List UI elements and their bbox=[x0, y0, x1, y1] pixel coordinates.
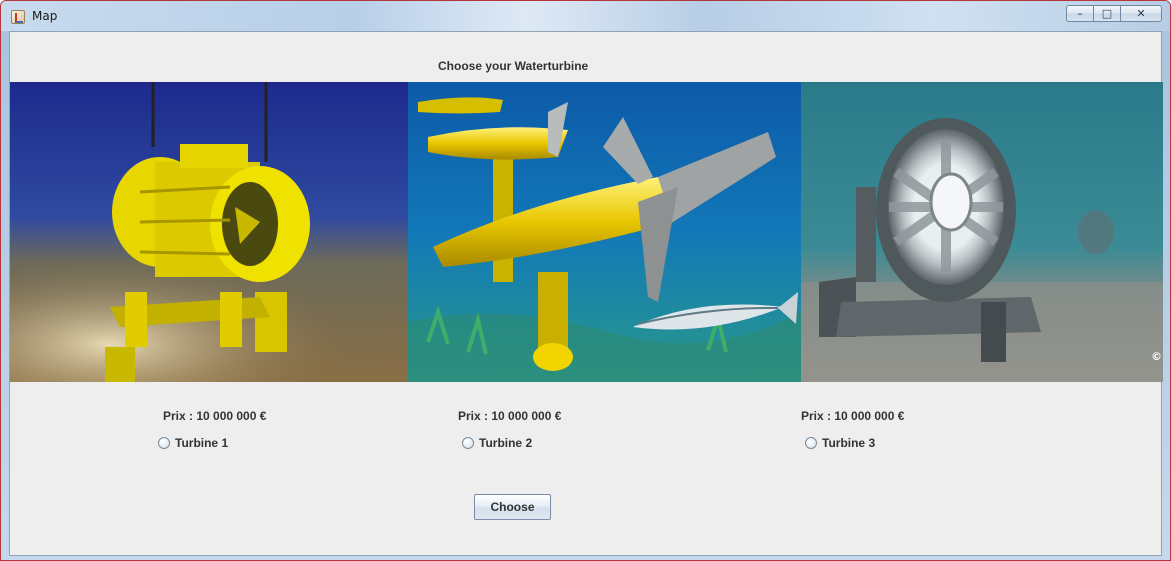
content-panel: Choose your Waterturbine © Prix: 10 000… bbox=[9, 31, 1163, 556]
underwater-turbine-3-image: © E bbox=[801, 82, 1163, 382]
application-window: Map – □ ✕ Choose your Waterturbine © Pri… bbox=[0, 0, 1171, 561]
turbine-2-radio[interactable] bbox=[462, 437, 474, 449]
image-watermark: © E bbox=[1151, 350, 1163, 363]
window-title: Map bbox=[32, 9, 58, 23]
turbine-1-price: Prix : 10 000 000 € bbox=[163, 409, 267, 423]
turbine-1-label[interactable]: Turbine 1 bbox=[175, 436, 228, 450]
turbine-3-radio[interactable] bbox=[805, 437, 817, 449]
minimize-button[interactable]: – bbox=[1066, 5, 1093, 22]
underwater-turbine-1-image bbox=[10, 82, 408, 382]
close-button[interactable]: ✕ bbox=[1120, 5, 1162, 22]
turbine-3-label[interactable]: Turbine 3 bbox=[822, 436, 875, 450]
title-bar[interactable]: Map – □ ✕ bbox=[1, 1, 1170, 31]
java-app-icon[interactable] bbox=[11, 10, 25, 24]
turbine-3-option[interactable]: Turbine 3 bbox=[805, 436, 875, 450]
choose-button[interactable]: Choose bbox=[474, 494, 551, 520]
turbine-3-price: Prix : 10 000 000 € bbox=[801, 409, 905, 423]
window-controls: – □ ✕ bbox=[1066, 5, 1162, 23]
turbine-2-label[interactable]: Turbine 2 bbox=[479, 436, 532, 450]
underwater-turbine-2-image bbox=[408, 82, 801, 382]
turbine-2-price: Prix : 10 000 000 € bbox=[458, 409, 562, 423]
turbine-1-option[interactable]: Turbine 1 bbox=[158, 436, 228, 450]
page-title: Choose your Waterturbine bbox=[438, 59, 589, 73]
turbine-2-option[interactable]: Turbine 2 bbox=[462, 436, 532, 450]
turbine-1-radio[interactable] bbox=[158, 437, 170, 449]
maximize-button[interactable]: □ bbox=[1093, 5, 1120, 22]
